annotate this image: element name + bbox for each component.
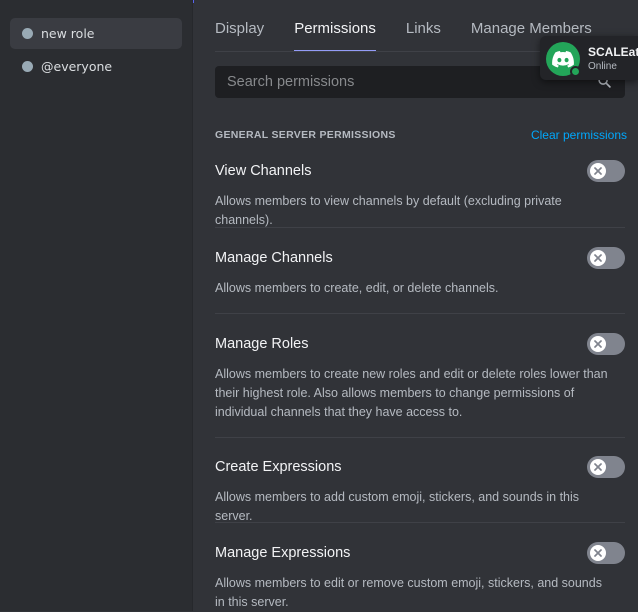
toggle-knob	[590, 250, 606, 266]
permission-name: Manage Channels	[215, 250, 333, 266]
permission-row-create-expressions: Create Expressions Allows members to add…	[215, 456, 625, 526]
x-icon	[594, 549, 602, 557]
divider	[215, 227, 625, 228]
role-color-dot	[22, 61, 33, 72]
role-label: @everyone	[41, 59, 113, 74]
permission-toggle[interactable]	[587, 333, 625, 355]
permission-toggle[interactable]	[587, 542, 625, 564]
permission-toggle[interactable]	[587, 247, 625, 269]
permission-toggle[interactable]	[587, 160, 625, 182]
toggle-knob	[590, 163, 606, 179]
role-item-everyone[interactable]: @everyone	[10, 51, 182, 82]
presence-username: SCALEatt	[588, 45, 638, 59]
permission-description: Allows members to edit or remove custom …	[215, 576, 602, 609]
permission-name: Manage Roles	[215, 336, 309, 352]
role-item-new-role[interactable]: new role	[10, 18, 182, 49]
toggle-knob	[590, 545, 606, 561]
role-settings-main: Display Permissions Links Manage Members…	[194, 0, 638, 611]
divider	[215, 522, 625, 523]
section-title: GENERAL SERVER PERMISSIONS	[215, 129, 396, 141]
divider	[215, 313, 625, 314]
search-input[interactable]	[225, 73, 585, 91]
clear-permissions-link[interactable]: Clear permissions	[531, 128, 627, 142]
x-icon	[594, 167, 602, 175]
role-label: new role	[41, 26, 95, 41]
permission-description: Allows members to create, edit, or delet…	[215, 281, 499, 295]
permission-description: Allows members to add custom emoji, stic…	[215, 490, 580, 523]
role-color-dot	[22, 28, 33, 39]
presence-popup[interactable]: SCALEatt Online	[540, 36, 638, 80]
section-header: GENERAL SERVER PERMISSIONS Clear permiss…	[215, 128, 627, 142]
permission-description: Allows members to create new roles and e…	[215, 367, 608, 419]
roles-sidebar: new role @everyone	[0, 0, 193, 611]
discord-logo-icon	[552, 50, 574, 67]
toggle-knob	[590, 459, 606, 475]
presence-status: Online	[588, 61, 617, 72]
permission-row-manage-expressions: Manage Expressions Allows members to edi…	[215, 542, 625, 612]
permission-row-manage-channels: Manage Channels Allows members to create…	[215, 247, 625, 298]
tab-permissions[interactable]: Permissions	[294, 0, 376, 51]
permission-name: Create Expressions	[215, 459, 342, 475]
permission-row-manage-roles: Manage Roles Allows members to create ne…	[215, 333, 625, 422]
tab-display[interactable]: Display	[215, 0, 264, 51]
x-icon	[594, 463, 602, 471]
tab-links[interactable]: Links	[406, 0, 441, 51]
online-status-dot	[570, 66, 581, 77]
x-icon	[594, 254, 602, 262]
divider	[215, 437, 625, 438]
permission-description: Allows members to view channels by defau…	[215, 194, 562, 227]
permission-toggle[interactable]	[587, 456, 625, 478]
toggle-knob	[590, 336, 606, 352]
permission-name: Manage Expressions	[215, 545, 351, 561]
permission-row-view-channels: View Channels Allows members to view cha…	[215, 160, 625, 230]
x-icon	[594, 340, 602, 348]
permission-name: View Channels	[215, 163, 312, 179]
